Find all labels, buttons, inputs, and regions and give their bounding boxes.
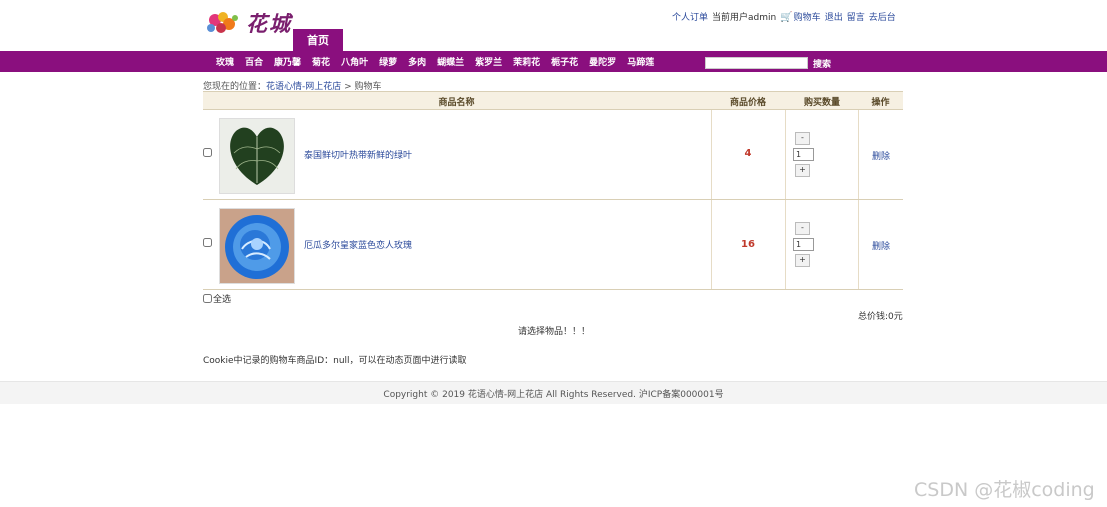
- column-divider: [785, 110, 786, 199]
- logo-text: 花城: [246, 11, 292, 36]
- message-link[interactable]: 留言: [847, 10, 865, 23]
- cart-icon: 🛒: [780, 12, 793, 23]
- nav-item-fatsia[interactable]: 八角叶: [341, 55, 368, 68]
- product-name-link[interactable]: 厄瓜多尔皇家蓝色恋人玫瑰: [304, 238, 412, 251]
- quantity-stepper: - 1 +: [793, 222, 814, 267]
- column-divider: [785, 200, 786, 289]
- nav-item-pothos[interactable]: 绿萝: [379, 55, 397, 68]
- cookie-note: Cookie中记录的购物车商品ID：null，可以在动态页面中进行读取: [203, 356, 467, 366]
- nav-item-jasmine[interactable]: 茉莉花: [513, 55, 540, 68]
- flower-logo-icon: [207, 12, 238, 33]
- search-button[interactable]: 搜索: [813, 57, 831, 70]
- top-links: 个人订单 当前用户admin 🛒购物车 退出 留言 去后台: [672, 10, 896, 23]
- nav-item-datura[interactable]: 曼陀罗: [589, 55, 616, 68]
- quantity-field[interactable]: 1: [793, 148, 814, 161]
- select-notice: 请选择物品！！！: [518, 327, 591, 337]
- decrease-button[interactable]: -: [795, 222, 810, 235]
- column-divider: [858, 110, 859, 199]
- watermark: CSDN @花椒coding: [914, 479, 1095, 501]
- leaf-image-icon: [220, 119, 294, 193]
- table-row: 厄瓜多尔皇家蓝色恋人玫瑰 16 - 1 + 删除: [203, 200, 903, 290]
- logout-link[interactable]: 退出: [825, 10, 843, 23]
- search-input[interactable]: [705, 57, 808, 69]
- delete-link[interactable]: 删除: [872, 239, 890, 252]
- nav-item-lily[interactable]: 百合: [245, 55, 263, 68]
- nav-item-rose[interactable]: 玫瑰: [216, 55, 234, 68]
- row-checkbox[interactable]: [203, 148, 212, 157]
- nav-item-calla[interactable]: 马蹄莲: [627, 55, 654, 68]
- select-all-checkbox[interactable]: [203, 294, 212, 303]
- cart-link-label: 购物车: [793, 13, 821, 23]
- orders-link[interactable]: 个人订单: [672, 10, 708, 23]
- column-divider: [858, 200, 859, 289]
- table-row: 泰国鲜切叶热带新鲜的绿叶 4 - 1 + 删除: [203, 110, 903, 200]
- product-price: 4: [744, 148, 752, 159]
- nav-item-carnation[interactable]: 康乃馨: [274, 55, 301, 68]
- quantity-field[interactable]: 1: [793, 238, 814, 251]
- current-user-text: 当前用户admin: [712, 13, 777, 23]
- select-all-label: 全选: [213, 295, 232, 305]
- product-name-link[interactable]: 泰国鲜切叶热带新鲜的绿叶: [304, 148, 412, 161]
- nav-item-violet[interactable]: 紫罗兰: [475, 55, 502, 68]
- total-price: 总价钱:0元: [858, 312, 903, 322]
- blue-rose-image-icon: [220, 209, 294, 283]
- footer-copyright: Copyright © 2019 花语心情-网上花店 All Rights Re…: [383, 390, 724, 400]
- nav-item-orchid[interactable]: 蝴蝶兰: [437, 55, 464, 68]
- product-image[interactable]: [219, 118, 295, 194]
- increase-button[interactable]: +: [795, 254, 810, 267]
- admin-link[interactable]: 去后台: [869, 10, 896, 23]
- header-action: 操作: [871, 98, 890, 108]
- tab-home[interactable]: 首页: [293, 29, 343, 53]
- row-checkbox[interactable]: [203, 238, 212, 247]
- cart-link[interactable]: 🛒购物车: [780, 10, 820, 23]
- nav-item-chrysanthemum[interactable]: 菊花: [312, 55, 330, 68]
- increase-button[interactable]: +: [795, 164, 810, 177]
- product-price: 16: [741, 239, 755, 250]
- header-product-name: 商品名称: [438, 98, 475, 108]
- nav-item-succulent[interactable]: 多肉: [408, 55, 426, 68]
- delete-link[interactable]: 删除: [872, 149, 890, 162]
- nav-item-gardenia[interactable]: 栀子花: [551, 55, 578, 68]
- select-all: 全选: [203, 292, 231, 305]
- header-price: 商品价格: [729, 98, 766, 108]
- quantity-stepper: - 1 +: [793, 132, 814, 177]
- category-nav: 玫瑰 百合 康乃馨 菊花 八角叶 绿萝 多肉 蝴蝶兰 紫罗兰 茉莉花 栀子花 曼…: [216, 51, 665, 72]
- header-quantity: 购买数量: [803, 98, 840, 108]
- decrease-button[interactable]: -: [795, 132, 810, 145]
- product-image[interactable]: [219, 208, 295, 284]
- cart-table-header: 商品名称 商品价格 购买数量 操作: [203, 91, 903, 110]
